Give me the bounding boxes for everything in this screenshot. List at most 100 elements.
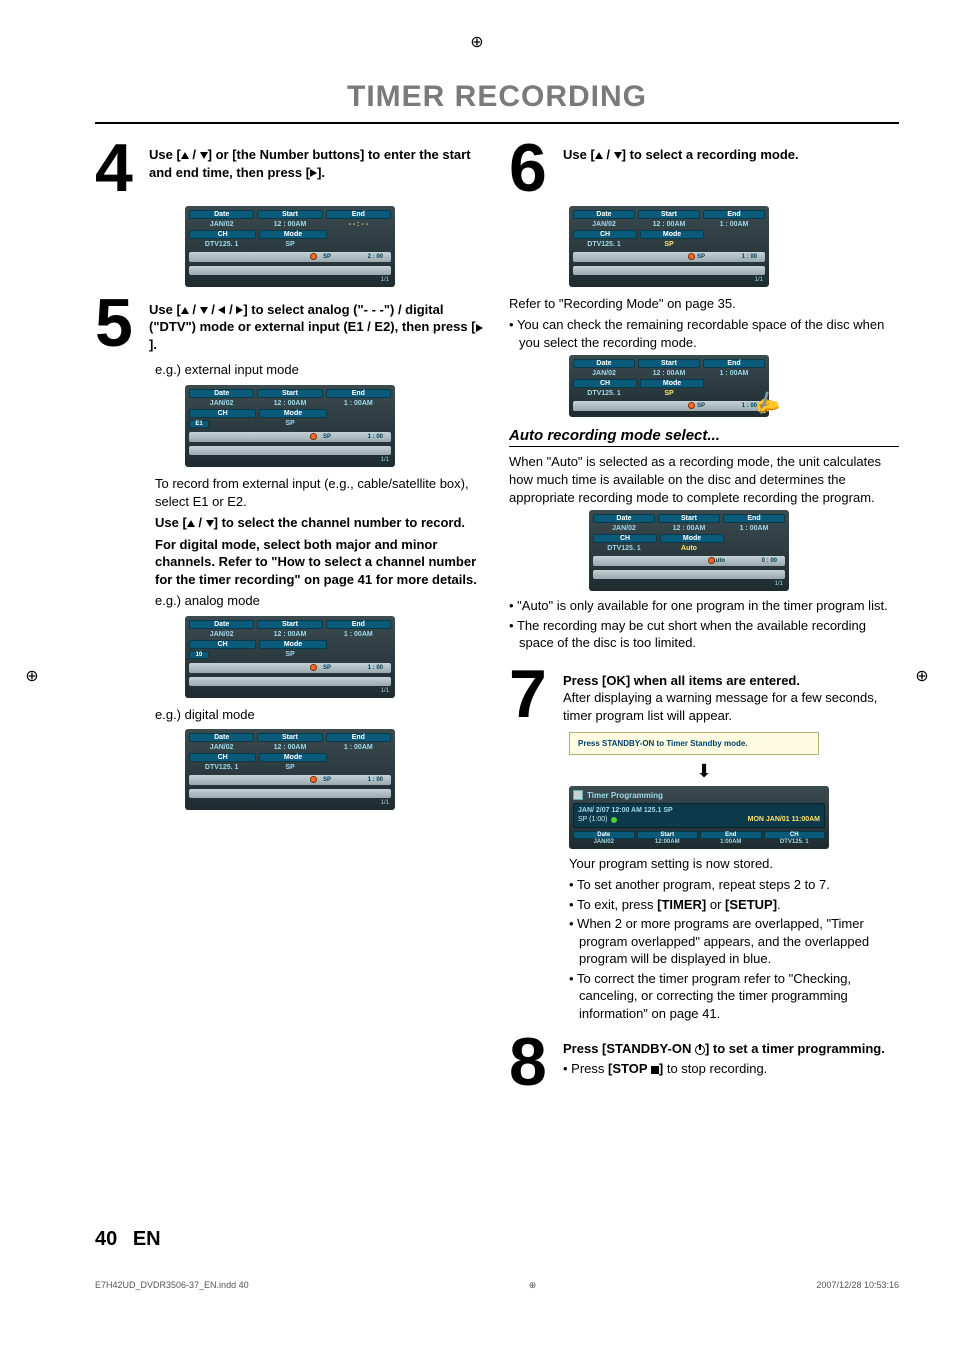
- crop-mark-top: ⊕: [465, 30, 489, 54]
- page-num-value: 40: [95, 1228, 117, 1250]
- osd-v: SP: [257, 420, 322, 428]
- t: or: [706, 897, 725, 912]
- left-column: 4 Use [ / ] or [the Number buttons] to e…: [95, 140, 485, 1100]
- osd-ten: 10: [189, 651, 209, 659]
- osd-analog: Date Start End JAN/02 12 : 00AM 1 : 00AM…: [185, 616, 395, 698]
- step-7-text: Press [OK] when all items are entered. A…: [563, 666, 899, 725]
- right-column: 6 Use [ / ] to select a recording mode. …: [509, 140, 899, 1100]
- step-8-bullet: Press [STOP ] to stop recording.: [563, 1060, 885, 1078]
- up-icon: [181, 152, 189, 159]
- up-icon: [595, 152, 603, 159]
- osd-h: Start: [638, 210, 700, 219]
- step-4: 4 Use [ / ] or [the Number buttons] to e…: [95, 140, 485, 198]
- osd-pager: 1/1: [573, 277, 765, 283]
- stored-text: Your program setting is now stored.: [569, 855, 899, 873]
- eg-external-label: e.g.) external input mode: [155, 361, 485, 379]
- check-list: You can check the remaining recordable s…: [509, 316, 899, 351]
- timer-list-icon: [573, 790, 583, 800]
- osd-h: Mode: [259, 640, 326, 649]
- osd-h: CH: [189, 230, 256, 239]
- osd-sp: SP: [323, 432, 331, 442]
- down-arrow-icon: ⬇: [509, 761, 899, 782]
- step-5: 5 Use [ / / / ] to select analog ("- - -…: [95, 295, 485, 354]
- crop-mark-right: ⊕: [910, 664, 934, 688]
- th: Start: [637, 831, 699, 839]
- osd-v: - - : - -: [326, 221, 391, 228]
- osd-time: 1 : 00: [368, 663, 383, 673]
- footer-left: E7H42UD_DVDR3506-37_EN.indd 40: [95, 1280, 249, 1291]
- step-8-text: Press [STANDBY-ON ] to set a timer progr…: [563, 1034, 885, 1079]
- osd-h: End: [326, 733, 391, 742]
- down-icon: [614, 152, 622, 159]
- osd-time: 0 : 00: [762, 556, 777, 566]
- osd-time: 2 : 00: [368, 252, 383, 262]
- stored-b4: To correct the timer program refer to "C…: [569, 970, 899, 1023]
- osd-v: SP: [638, 241, 700, 248]
- osd-sp: SP: [697, 401, 705, 411]
- rec-dot-icon: [688, 402, 695, 409]
- osd-v: DTV125. 1: [573, 241, 635, 248]
- osd-h: CH: [593, 534, 657, 543]
- osd-h: Start: [638, 359, 700, 368]
- yellow-warning-box: Press STANDBY-ON to Timer Standby mode.: [569, 732, 819, 755]
- step-6-text: Use [ / ] to select a recording mode.: [563, 140, 799, 164]
- step-5-text: Use [ / / / ] to select analog ("- - -")…: [149, 295, 485, 354]
- osd-v: 1 : 00AM: [703, 370, 765, 377]
- osd-auto: Date Start End JAN/02 12 : 00AM 1 : 00AM…: [589, 510, 789, 591]
- osd-h: Date: [189, 210, 254, 219]
- osd-v: DTV125. 1: [189, 764, 254, 771]
- td: JAN/02: [573, 839, 635, 845]
- rec-dot-icon: [310, 253, 317, 260]
- osd-h: End: [326, 210, 391, 219]
- step-8-number: 8: [509, 1034, 553, 1092]
- step-7-body: After displaying a warning message for a…: [563, 690, 877, 723]
- down-icon: [206, 520, 214, 527]
- t: ] to set a timer programming.: [705, 1041, 885, 1056]
- osd-v: 12 : 00AM: [638, 370, 700, 377]
- osd-h: Date: [573, 359, 635, 368]
- timer-line1: JAN/ 2/07 12:00 AM 125.1 SP: [578, 807, 673, 814]
- auto-bullets: "Auto" is only available for one program…: [509, 597, 899, 652]
- play-icon: [476, 324, 483, 332]
- t: /: [189, 302, 200, 317]
- osd-sp: SP: [323, 663, 331, 673]
- osd-pager: 1/1: [189, 277, 391, 283]
- osd-v: 1 : 00AM: [723, 525, 785, 532]
- footer-right: 2007/12/28 10:53:16: [816, 1280, 899, 1291]
- osd-v: 1 : 00AM: [703, 221, 765, 228]
- step-6: 6 Use [ / ] to select a recording mode.: [509, 140, 899, 198]
- digital-note: For digital mode, select both major and …: [155, 536, 485, 589]
- osd-v: 12 : 00AM: [658, 525, 720, 532]
- osd-sp: SP: [323, 252, 331, 262]
- t: Use [: [149, 302, 181, 317]
- osd-external: Date Start End JAN/02 12 : 00AM 1 : 00AM…: [185, 385, 395, 467]
- osd-v: JAN/02: [189, 744, 254, 751]
- t: .: [777, 897, 781, 912]
- osd-h: CH: [189, 409, 256, 418]
- osd-h: Date: [189, 620, 254, 629]
- osd-v: JAN/02: [189, 221, 254, 228]
- step-7-number: 7: [509, 666, 553, 724]
- td: 12:00AM: [637, 839, 699, 845]
- rec-dot-icon: [310, 433, 317, 440]
- timer-sp: SP (1:00): [578, 816, 607, 823]
- t: ].: [317, 165, 325, 180]
- page-content: TIMER RECORDING 4 Use [ / ] or [the Numb…: [95, 80, 899, 1291]
- t: [TIMER]: [657, 897, 706, 912]
- t: ] to select a recording mode.: [622, 147, 799, 162]
- auto-bullet-2: The recording may be cut short when the …: [509, 617, 899, 652]
- th: CH: [764, 831, 826, 839]
- osd-v: 1 : 00AM: [326, 744, 391, 751]
- osd-h: Mode: [259, 230, 326, 239]
- down-icon: [200, 307, 208, 314]
- step-7: 7 Press [OK] when all items are entered.…: [509, 666, 899, 725]
- osd-sp: SP: [323, 775, 331, 785]
- step-5-number: 5: [95, 295, 139, 353]
- rec-dot-icon: [688, 253, 695, 260]
- osd-time: 1 : 00: [368, 775, 383, 785]
- t: /: [225, 302, 236, 317]
- osd-h: CH: [189, 640, 256, 649]
- osd-h: Mode: [660, 534, 724, 543]
- osd-v: SP: [257, 241, 322, 248]
- osd-h: CH: [189, 753, 256, 762]
